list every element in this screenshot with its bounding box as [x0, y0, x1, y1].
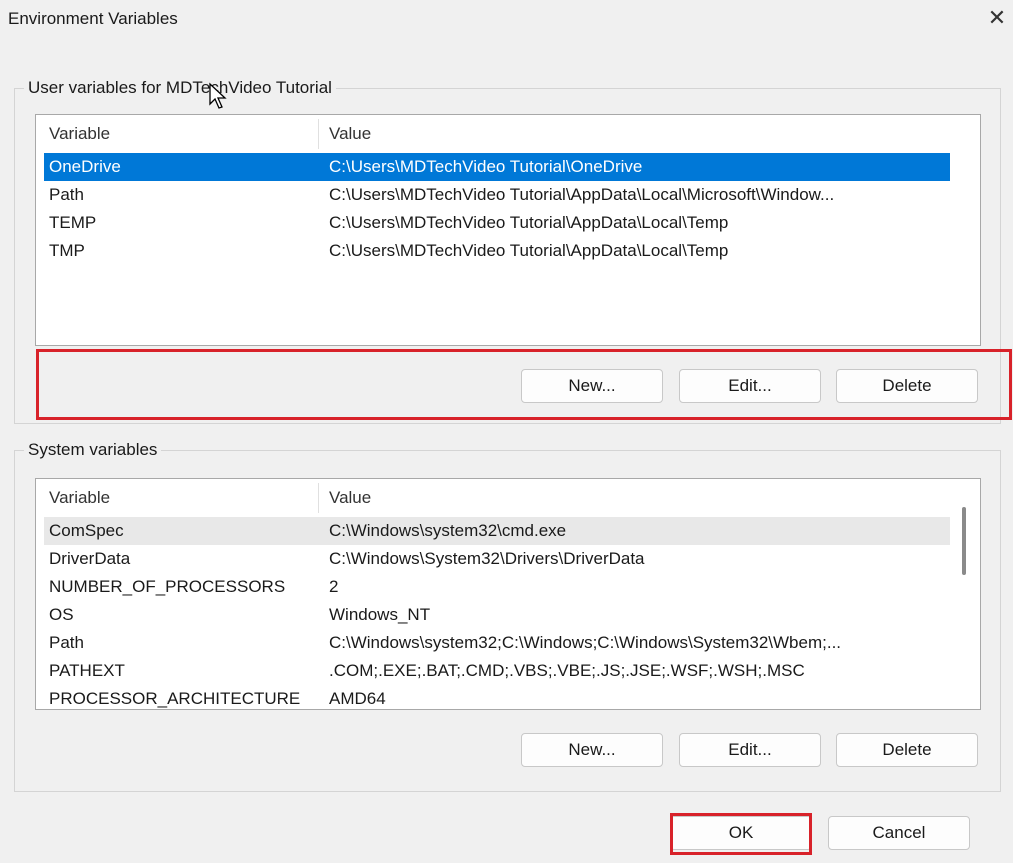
row-variable: TEMP	[49, 213, 97, 232]
cancel-button[interactable]: Cancel	[828, 816, 970, 850]
row-variable: OS	[49, 605, 74, 624]
table-row[interactable]: TEMP C:\Users\MDTechVideo Tutorial\AppDa…	[44, 209, 950, 237]
vertical-scrollbar-thumb[interactable]	[962, 507, 966, 575]
system-variables-label: System variables	[24, 440, 162, 460]
row-value: C:\Windows\system32;C:\Windows;C:\Window…	[329, 633, 842, 652]
column-divider	[318, 483, 319, 513]
row-value: Windows_NT	[329, 605, 431, 624]
user-variables-label: User variables for MDTechVideo Tutorial	[24, 78, 336, 98]
system-list-header: Variable Value	[36, 479, 980, 517]
table-row[interactable]: NUMBER_OF_PROCESSORS 2	[44, 573, 950, 601]
row-variable: NUMBER_OF_PROCESSORS	[49, 577, 286, 596]
user-list-header: Variable Value	[36, 115, 980, 153]
table-row[interactable]: Path C:\Users\MDTechVideo Tutorial\AppDa…	[44, 181, 950, 209]
row-value: .COM;.EXE;.BAT;.CMD;.VBS;.VBE;.JS;.JSE;.…	[329, 661, 805, 680]
system-delete-button[interactable]: Delete	[836, 733, 978, 767]
user-variables-list[interactable]: Variable Value OneDrive C:\Users\MDTechV…	[35, 114, 981, 346]
table-row[interactable]: PATHEXT .COM;.EXE;.BAT;.CMD;.VBS;.VBE;.J…	[44, 657, 950, 685]
system-new-button[interactable]: New...	[521, 733, 663, 767]
row-variable: PROCESSOR_ARCHITECTURE	[49, 689, 301, 708]
row-value: C:\Windows\system32\cmd.exe	[329, 521, 567, 540]
table-row[interactable]: TMP C:\Users\MDTechVideo Tutorial\AppDat…	[44, 237, 950, 265]
row-value: AMD64	[329, 689, 386, 708]
row-variable: OneDrive	[49, 157, 121, 176]
row-value: C:\Users\MDTechVideo Tutorial\AppData\Lo…	[329, 213, 729, 232]
row-value: C:\Users\MDTechVideo Tutorial\OneDrive	[329, 157, 643, 176]
column-header-value[interactable]: Value	[329, 488, 371, 508]
close-icon[interactable]: ✕	[985, 4, 1009, 32]
column-divider	[318, 119, 319, 149]
column-header-variable[interactable]: Variable	[49, 488, 110, 508]
row-value: C:\Windows\System32\Drivers\DriverData	[329, 549, 645, 568]
row-variable: PATHEXT	[49, 661, 125, 680]
table-row[interactable]: PROCESSOR_ARCHITECTURE AMD64	[44, 685, 950, 709]
column-header-variable[interactable]: Variable	[49, 124, 110, 144]
row-variable: ComSpec	[49, 521, 124, 540]
table-row[interactable]: OS Windows_NT	[44, 601, 950, 629]
system-variables-list[interactable]: Variable Value ComSpec C:\Windows\system…	[35, 478, 981, 710]
table-row[interactable]: OneDrive C:\Users\MDTechVideo Tutorial\O…	[44, 153, 950, 181]
row-variable: DriverData	[49, 549, 131, 568]
column-header-value[interactable]: Value	[329, 124, 371, 144]
table-row[interactable]: Path C:\Windows\system32;C:\Windows;C:\W…	[44, 629, 950, 657]
row-value: C:\Users\MDTechVideo Tutorial\AppData\Lo…	[329, 185, 835, 204]
row-value: 2	[329, 577, 339, 596]
row-variable: TMP	[49, 241, 85, 260]
row-value: C:\Users\MDTechVideo Tutorial\AppData\Lo…	[329, 241, 729, 260]
row-variable: Path	[49, 185, 84, 204]
table-row[interactable]: DriverData C:\Windows\System32\Drivers\D…	[44, 545, 950, 573]
window-title: Environment Variables	[8, 9, 178, 28]
table-row[interactable]: ComSpec C:\Windows\system32\cmd.exe	[44, 517, 950, 545]
highlight-box	[36, 349, 1012, 420]
system-edit-button[interactable]: Edit...	[679, 733, 821, 767]
mouse-cursor-icon	[209, 82, 227, 109]
ok-highlight-box	[670, 813, 812, 855]
row-variable: Path	[49, 633, 84, 652]
